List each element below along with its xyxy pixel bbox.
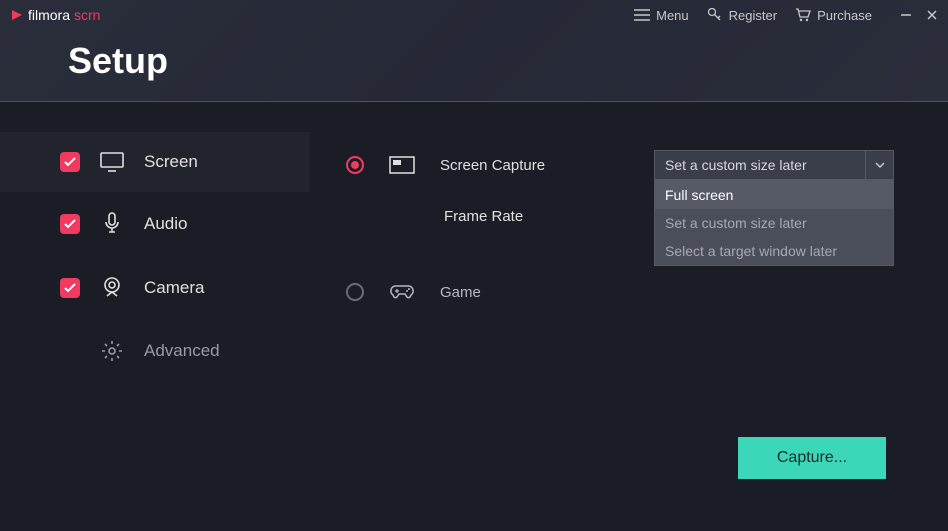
dropdown-option-custom[interactable]: Set a custom size later <box>655 209 893 237</box>
sidebar-item-advanced[interactable]: Advanced <box>0 320 310 382</box>
sidebar-label-screen: Screen <box>144 152 198 172</box>
capture-button[interactable]: Capture... <box>738 437 886 479</box>
dropdown-option-window[interactable]: Select a target window later <box>655 237 893 265</box>
checkbox-screen[interactable] <box>60 152 80 172</box>
radio-screen-capture[interactable] <box>346 156 364 174</box>
radio-game[interactable] <box>346 283 364 301</box>
key-icon <box>707 7 723 23</box>
gamepad-icon <box>388 283 416 301</box>
register-button[interactable]: Register <box>707 7 777 23</box>
checkbox-camera[interactable] <box>60 278 80 298</box>
page-title: Setup <box>68 40 168 82</box>
logo-icon <box>10 8 24 22</box>
sidebar-label-camera: Camera <box>144 278 204 298</box>
capture-frame-icon <box>388 156 416 174</box>
gear-icon <box>100 340 124 362</box>
size-select-box[interactable]: Set a custom size later <box>654 150 894 180</box>
sidebar: Screen Audio Camera Advance <box>0 102 310 531</box>
size-dropdown: Full screen Set a custom size later Sele… <box>654 180 894 266</box>
titlebar-right: Menu Register Purchase <box>634 7 938 23</box>
screen-capture-label: Screen Capture <box>440 157 590 174</box>
app-logo: filmorascrn <box>10 7 100 23</box>
brand-suffix: scrn <box>74 7 100 23</box>
sidebar-item-audio[interactable]: Audio <box>0 192 310 256</box>
titlebar: filmorascrn Menu Register Purchase <box>0 0 948 30</box>
monitor-icon <box>100 152 124 172</box>
size-select: Set a custom size later Full screen Set … <box>654 150 894 180</box>
dropdown-option-fullscreen[interactable]: Full screen <box>655 181 893 209</box>
close-button[interactable] <box>926 9 938 21</box>
header: filmorascrn Menu Register Purchase <box>0 0 948 102</box>
webcam-icon <box>100 276 124 300</box>
hamburger-icon <box>634 9 650 21</box>
sidebar-label-audio: Audio <box>144 214 187 234</box>
sidebar-item-camera[interactable]: Camera <box>0 256 310 320</box>
menu-label: Menu <box>656 8 689 23</box>
option-screen-capture: Screen Capture Set a custom size later F… <box>310 150 948 180</box>
register-label: Register <box>729 8 777 23</box>
option-game: Game <box>310 283 948 301</box>
purchase-label: Purchase <box>817 8 872 23</box>
checkbox-audio[interactable] <box>60 214 80 234</box>
content-panel: Screen Capture Set a custom size later F… <box>310 102 948 531</box>
purchase-button[interactable]: Purchase <box>795 7 872 23</box>
minimize-button[interactable] <box>900 9 912 21</box>
size-select-value: Set a custom size later <box>655 157 865 173</box>
main: Screen Audio Camera Advance <box>0 102 948 531</box>
game-label: Game <box>440 284 590 301</box>
frame-rate-label: Frame Rate <box>444 208 594 225</box>
chevron-down-icon <box>865 151 893 179</box>
menu-button[interactable]: Menu <box>634 8 689 23</box>
brand-name: filmora <box>28 7 70 23</box>
cart-icon <box>795 7 811 23</box>
sidebar-item-screen[interactable]: Screen <box>0 132 310 192</box>
microphone-icon <box>100 212 124 236</box>
sidebar-label-advanced: Advanced <box>144 341 220 361</box>
